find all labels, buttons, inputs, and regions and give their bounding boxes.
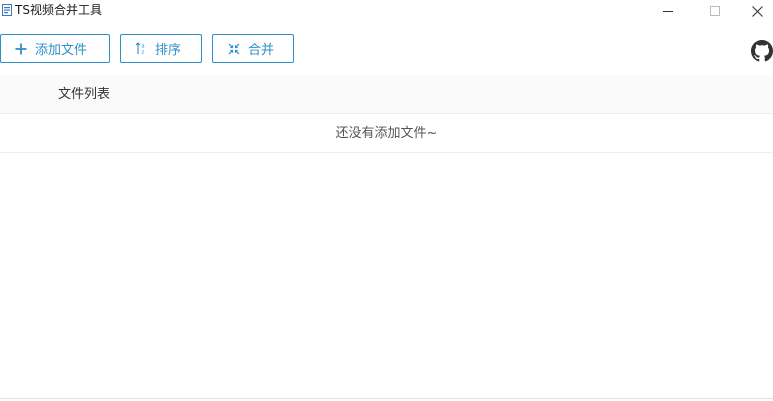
empty-placeholder-row: 还没有添加文件~: [0, 114, 773, 153]
maximize-button[interactable]: [695, 0, 735, 22]
maximize-icon: [710, 6, 720, 16]
close-icon: [752, 5, 763, 17]
bottom-divider: [0, 398, 773, 399]
merge-arrows-icon: [228, 43, 240, 55]
sort-az-icon: a z: [135, 42, 147, 55]
video-app-icon: [2, 4, 12, 16]
close-button[interactable]: [742, 0, 773, 22]
minimize-button[interactable]: [648, 0, 688, 22]
app-window: TS视频合并工具 添加文件 a z 排序 合并 文件列表 还没有添加文件~: [0, 0, 773, 401]
svg-text:z: z: [142, 50, 145, 56]
merge-label: 合并: [248, 43, 275, 58]
file-list-header: 文件列表: [0, 75, 773, 114]
sort-label: 排序: [155, 43, 182, 58]
github-icon[interactable]: [751, 40, 773, 62]
plus-icon: [15, 43, 27, 55]
add-file-label: 添加文件: [35, 43, 88, 58]
title-bar: TS视频合并工具: [0, 0, 773, 22]
empty-placeholder-text: 还没有添加文件~: [335, 126, 438, 141]
toolbar: 添加文件 a z 排序 合并: [0, 34, 773, 65]
minimize-icon: [663, 11, 673, 12]
add-file-button[interactable]: 添加文件: [0, 34, 110, 63]
column-header-file-list: 文件列表: [58, 87, 111, 102]
merge-button[interactable]: 合并: [212, 34, 294, 63]
sort-button[interactable]: a z 排序: [120, 34, 202, 63]
window-title: TS视频合并工具: [15, 3, 102, 17]
